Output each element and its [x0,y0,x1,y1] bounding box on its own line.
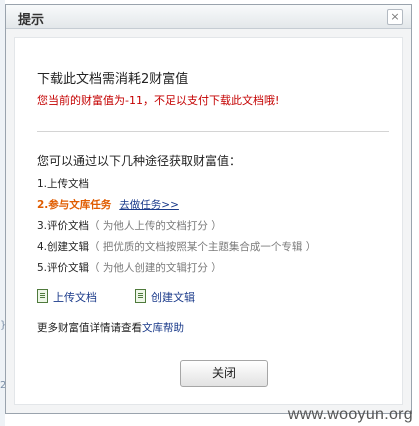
dialog-body: 下载此文档需消耗2财富值 您当前的财富值为-11，不足以支付下载此文档哦! 您可… [14,37,403,405]
way-item-hint: （ 把优质的文档按照某个主题集合成一个专辑 ） [89,241,317,253]
do-task-link[interactable]: 去做任务>> [119,199,179,211]
more-info-text: 更多财富值详情请查看文库帮助 [37,320,184,335]
way-item-text: 5.评价文辑 [37,262,90,274]
way-item-text: 2.参与文库任务 [37,199,112,211]
prompt-dialog: 提示 × 下载此文档需消耗2财富值 您当前的财富值为-11，不足以支付下载此文档… [5,4,412,414]
way-item-text: 1.上传文档 [37,178,90,190]
watermark: www.wooyun.org [287,406,413,423]
ways-heading: 您可以通过以下几种途径获取财富值： [37,154,242,168]
way-item-text: 4.创建文辑 [37,241,90,253]
dialog-titlebar: 提示 × [6,5,411,29]
way-item-text: 3.评价文档 [37,220,90,232]
upload-document-link[interactable]: 上传文档 [37,289,97,305]
album-icon [135,289,146,303]
way-item-2: 2.参与文库任务 去做任务>> [37,197,179,212]
create-album-label[interactable]: 创建文辑 [151,291,195,304]
close-icon[interactable]: × [387,9,403,25]
way-item-4: 4.创建文辑（ 把优质的文档按照某个主题集合成一个专辑 ） [37,239,316,254]
way-item-3: 3.评价文档（ 为他人上传的文档打分 ） [37,218,222,233]
way-item-1: 1.上传文档 [37,176,89,191]
dialog-title: 提示 [18,13,45,28]
download-cost-text: 下载此文档需消耗2财富值 [37,72,189,87]
create-album-link[interactable]: 创建文辑 [135,289,195,305]
insufficient-balance-warning: 您当前的财富值为-11，不足以支付下载此文档哦! [37,94,280,107]
close-button[interactable]: 关闭 [180,360,268,387]
way-item-5: 5.评价文辑（ 为他人创建的文辑打分 ） [37,260,222,275]
library-help-link[interactable]: 文库帮助 [142,322,184,334]
way-item-hint: （ 为他人上传的文档打分 ） [89,220,222,232]
way-item-hint: （ 为他人创建的文辑打分 ） [89,262,222,274]
upload-document-label[interactable]: 上传文档 [53,291,97,304]
divider [37,131,389,132]
more-info-prefix: 更多财富值详情请查看 [37,322,142,334]
document-icon [37,289,48,303]
